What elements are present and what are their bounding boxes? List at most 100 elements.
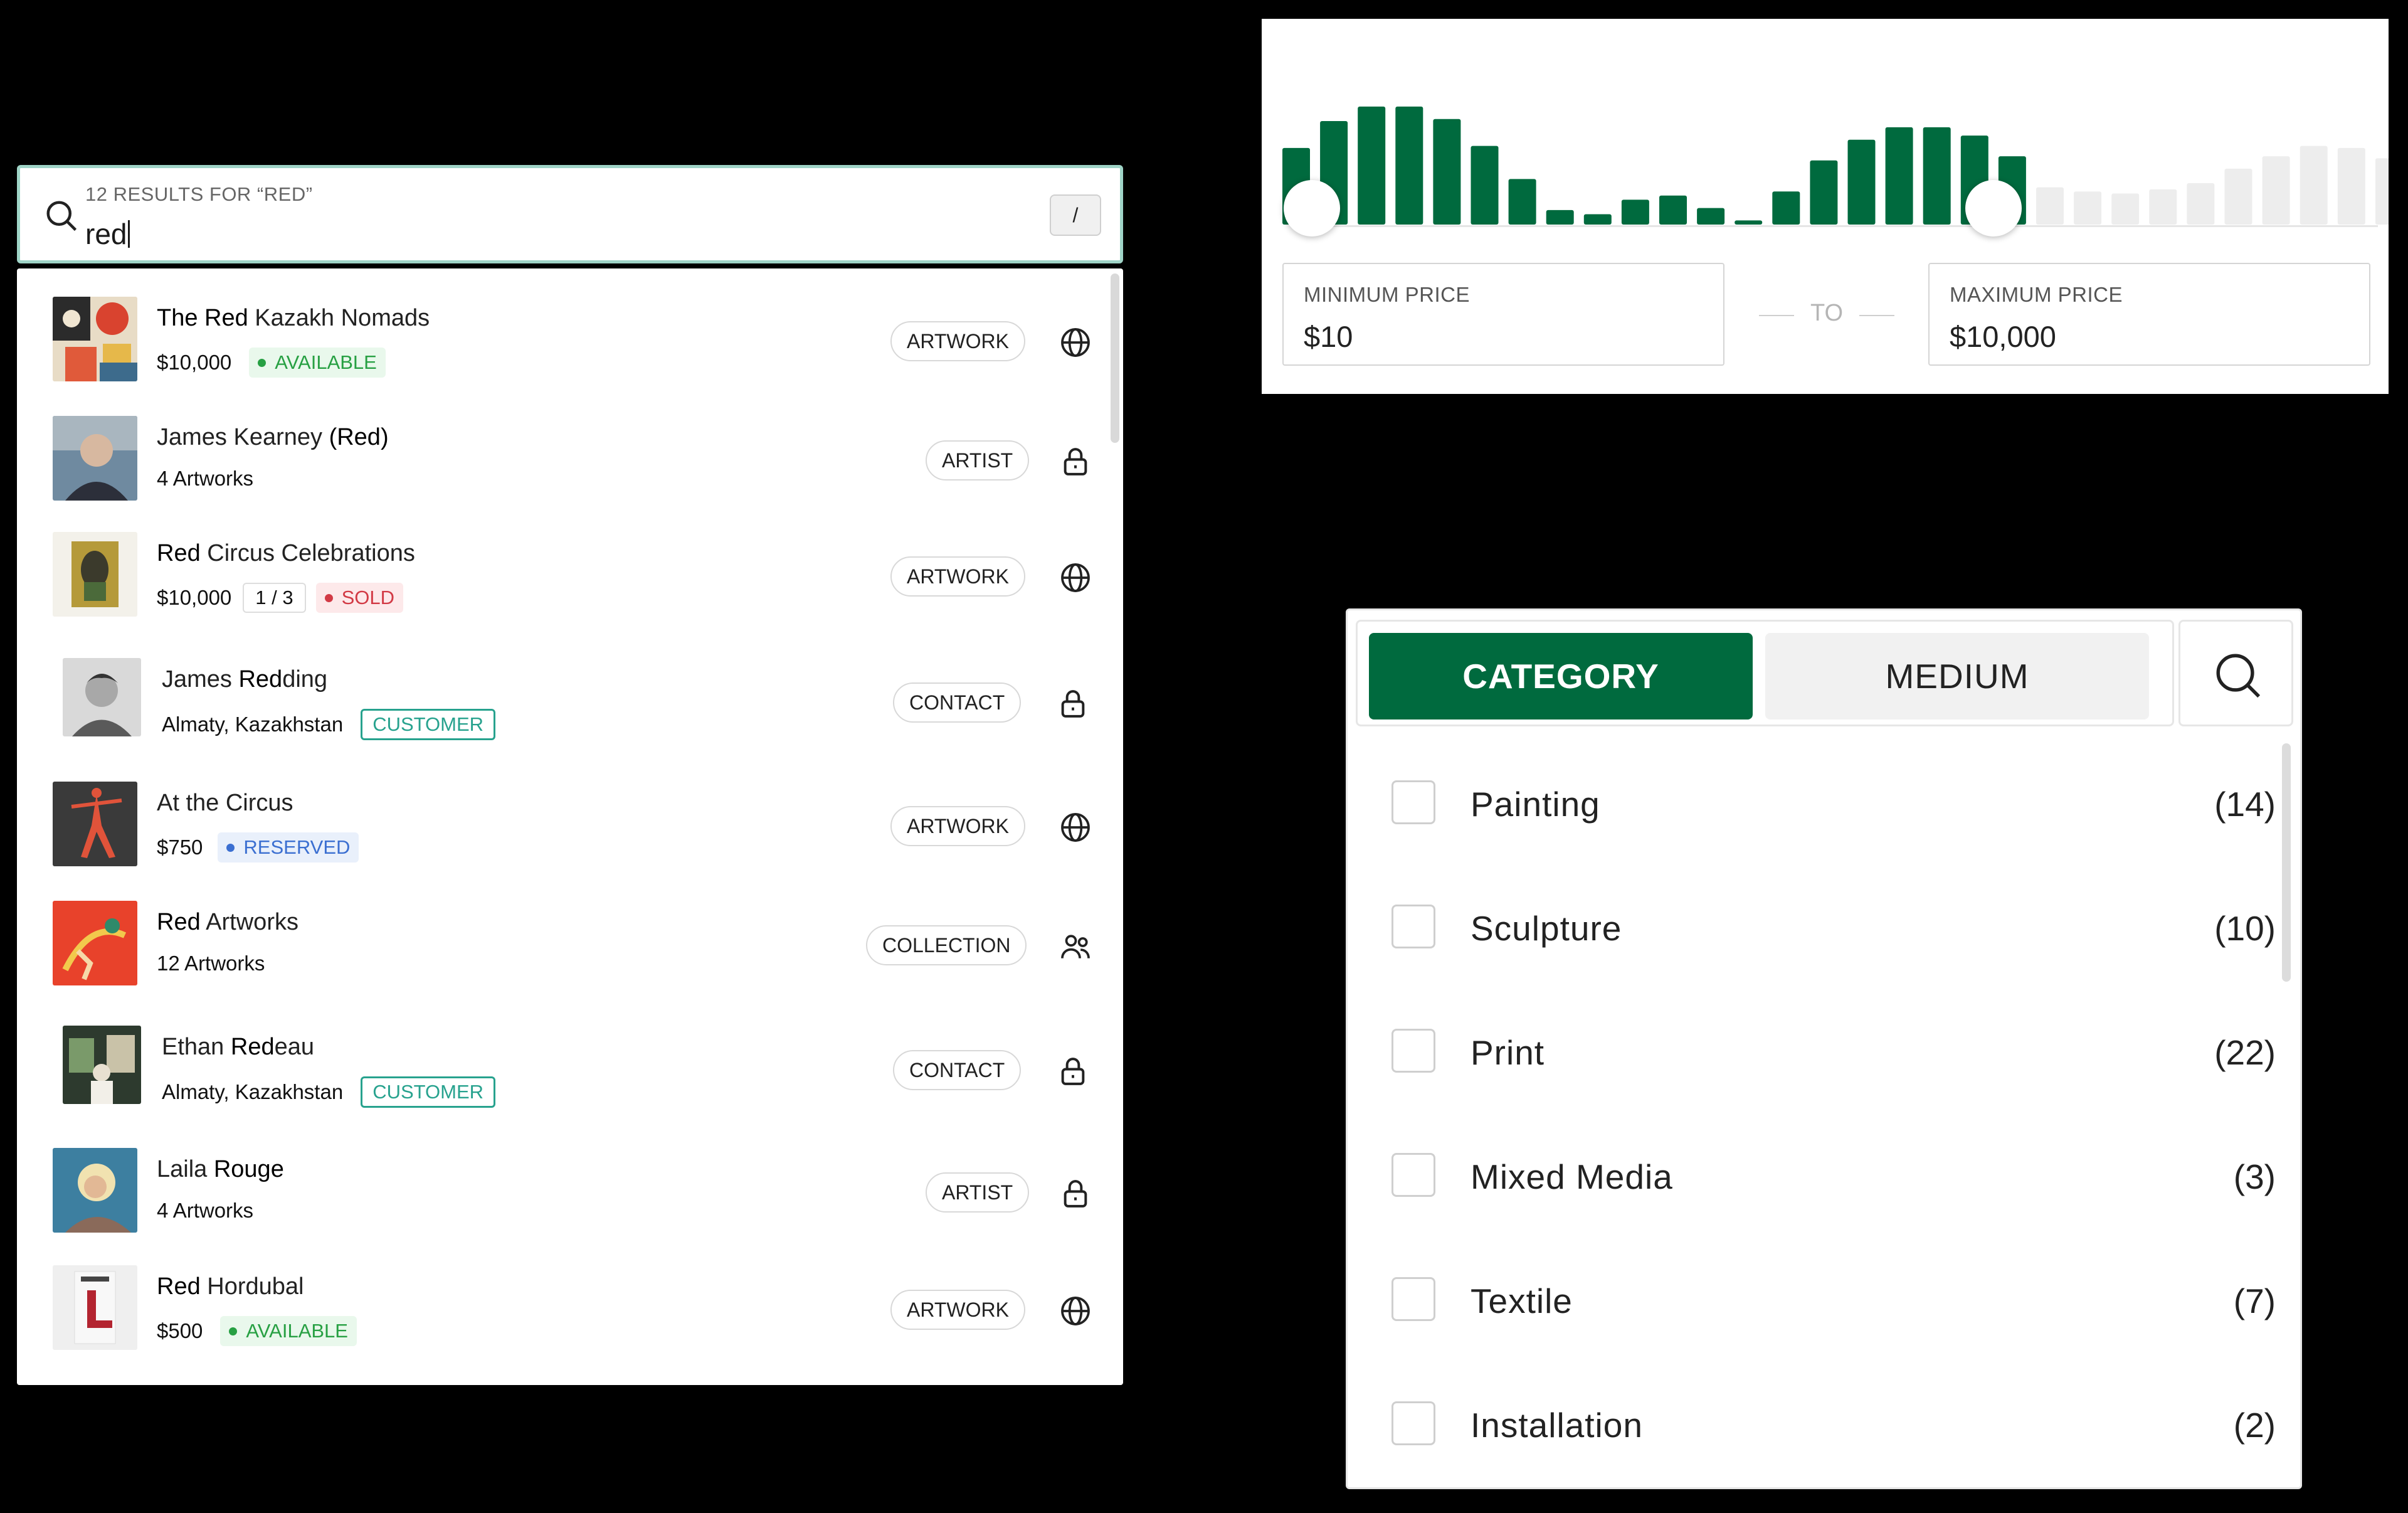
status-badge: SOLD — [315, 583, 404, 613]
min-price-handle[interactable] — [1284, 180, 1340, 236]
checkbox[interactable] — [1391, 1029, 1435, 1073]
category-count: (10) — [2214, 909, 2276, 948]
price-histogram — [1282, 106, 2389, 225]
search-input[interactable]: red — [85, 217, 130, 251]
status-badge: AVAILABLE — [249, 348, 386, 378]
histogram-bar — [2187, 183, 2215, 225]
type-pill: ARTWORK — [890, 806, 1025, 846]
histogram-bar — [2375, 158, 2389, 225]
artwork-count: 4 Artworks — [157, 467, 254, 490]
artwork-thumbnail — [53, 532, 137, 617]
category-filter-panel: CATEGORY MEDIUM Painting (14) Sculpture … — [1346, 608, 2302, 1489]
tab-category[interactable]: CATEGORY — [1369, 633, 1753, 719]
result-meta: Almaty, Kazakhstan CUSTOMER — [162, 709, 496, 740]
type-pill: ARTWORK — [890, 1290, 1025, 1330]
result-title: Red Artworks — [157, 909, 298, 935]
max-price-handle[interactable] — [1965, 180, 2022, 236]
globe-icon — [1061, 1297, 1090, 1325]
category-label: Mixed Media — [1471, 1157, 1673, 1196]
result-meta: Almaty, Kazakhstan CUSTOMER — [162, 1076, 496, 1108]
result-meta: 4 Artworks — [157, 467, 253, 491]
contact-location: Almaty, Kazakhstan — [162, 1080, 344, 1103]
category-option-textile[interactable]: Textile (7) — [1348, 1237, 2276, 1361]
histogram-bar — [1358, 106, 1386, 225]
result-title: Laila Rouge — [157, 1156, 284, 1182]
artwork-thumbnail — [53, 1265, 137, 1350]
category-option-print[interactable]: Print (22) — [1348, 989, 2276, 1113]
histogram-bar — [2300, 146, 2328, 225]
category-label: Textile — [1471, 1282, 1573, 1320]
type-pill: ARTWORK — [890, 321, 1025, 361]
histogram-bar — [2224, 168, 2252, 225]
histogram-bar — [2074, 191, 2102, 225]
histogram-bar — [1697, 208, 1725, 225]
max-price-value: $10,000 — [1950, 320, 2056, 353]
min-price-field[interactable]: MINIMUM PRICE $10 — [1282, 263, 1724, 366]
globe-icon — [1061, 563, 1090, 592]
result-row-artwork[interactable]: Red Circus Celebrations $10,000 1 / 3 SO… — [17, 516, 1108, 629]
type-pill: CONTACT — [893, 1050, 1022, 1090]
type-pill: ARTIST — [926, 1172, 1030, 1213]
price: $750 — [157, 836, 203, 859]
tab-medium[interactable]: MEDIUM — [1765, 633, 2149, 719]
lock-icon — [1064, 1180, 1087, 1208]
histogram-bar — [1508, 179, 1536, 225]
histogram-bar — [1810, 160, 1838, 225]
histogram-bar — [1546, 210, 1574, 225]
checkbox[interactable] — [1391, 780, 1435, 824]
histogram-bar — [1433, 119, 1461, 225]
avatar — [63, 658, 141, 736]
globe-icon — [1061, 813, 1090, 842]
histogram-bar — [2036, 187, 2064, 225]
histogram-bar — [1772, 191, 1800, 225]
min-price-value: $10 — [1304, 320, 1353, 353]
checkbox[interactable] — [1391, 1153, 1435, 1197]
customer-badge: CUSTOMER — [361, 709, 496, 740]
search-box[interactable]: 12 RESULTS FOR “RED” red / — [17, 165, 1123, 263]
result-row-collection[interactable]: Red Artworks 12 Artworks COLLECTION — [17, 885, 1108, 998]
category-scrollbar[interactable] — [2282, 743, 2291, 982]
histogram-bar — [2262, 156, 2290, 225]
category-option-sculpture[interactable]: Sculpture (10) — [1348, 864, 2276, 989]
results-scrollbar[interactable] — [1111, 273, 1119, 443]
range-separator: TO — [1759, 300, 1894, 327]
search-icon — [46, 201, 77, 231]
histogram-bar — [1735, 220, 1763, 225]
max-price-label: MAXIMUM PRICE — [1950, 283, 2123, 306]
result-row-artist[interactable]: James Kearney (Red) 4 Artworks ARTIST — [17, 400, 1108, 513]
min-price-label: MINIMUM PRICE — [1304, 283, 1470, 306]
filter-search-button[interactable] — [2178, 620, 2293, 726]
histogram-bar — [1923, 127, 1951, 225]
max-price-field[interactable]: MAXIMUM PRICE $10,000 — [1928, 263, 2370, 366]
category-count: (7) — [2233, 1282, 2276, 1320]
result-row-contact[interactable]: Ethan Redeau Almaty, Kazakhstan CUSTOMER… — [17, 1010, 1108, 1123]
lock-icon — [1064, 448, 1087, 475]
globe-icon — [1061, 328, 1090, 357]
checkbox[interactable] — [1391, 905, 1435, 948]
result-row-artist[interactable]: Laila Rouge 4 Artworks ARTIST — [17, 1132, 1108, 1245]
result-row-artwork[interactable]: Red Hordubal $500 AVAILABLE ARTWORK — [17, 1250, 1108, 1362]
checkbox[interactable] — [1391, 1277, 1435, 1321]
result-title: Red Hordubal — [157, 1273, 304, 1300]
result-row-artwork[interactable]: The Red Kazakh Nomads $10,000 AVAILABLE … — [17, 281, 1108, 394]
checkbox[interactable] — [1391, 1401, 1435, 1445]
category-count: (3) — [2233, 1157, 2276, 1196]
category-count: (22) — [2214, 1033, 2276, 1072]
users-icon — [1061, 935, 1090, 958]
histogram-bar — [1847, 139, 1876, 225]
type-pill: CONTACT — [893, 682, 1022, 723]
category-count: (14) — [2214, 785, 2276, 824]
avatar — [63, 1026, 141, 1104]
collection-thumbnail — [53, 901, 137, 985]
histogram-bar — [1885, 127, 1913, 225]
results-count: 12 RESULTS FOR “RED” — [85, 183, 313, 205]
category-option-painting[interactable]: Painting (14) — [1348, 740, 2276, 864]
result-row-contact[interactable]: James Redding Almaty, Kazakhstan CUSTOME… — [17, 642, 1108, 755]
result-title: The Red Kazakh Nomads — [157, 305, 430, 331]
result-title: James Redding — [162, 666, 328, 693]
price-slider-track[interactable] — [1312, 225, 2378, 227]
type-pill: ARTIST — [926, 440, 1030, 480]
category-option-mixed-media[interactable]: Mixed Media (3) — [1348, 1113, 2276, 1237]
category-option-installation[interactable]: Installation (2) — [1348, 1361, 2276, 1485]
result-row-artwork[interactable]: At the Circus $750 RESERVED ARTWORK — [17, 766, 1108, 879]
